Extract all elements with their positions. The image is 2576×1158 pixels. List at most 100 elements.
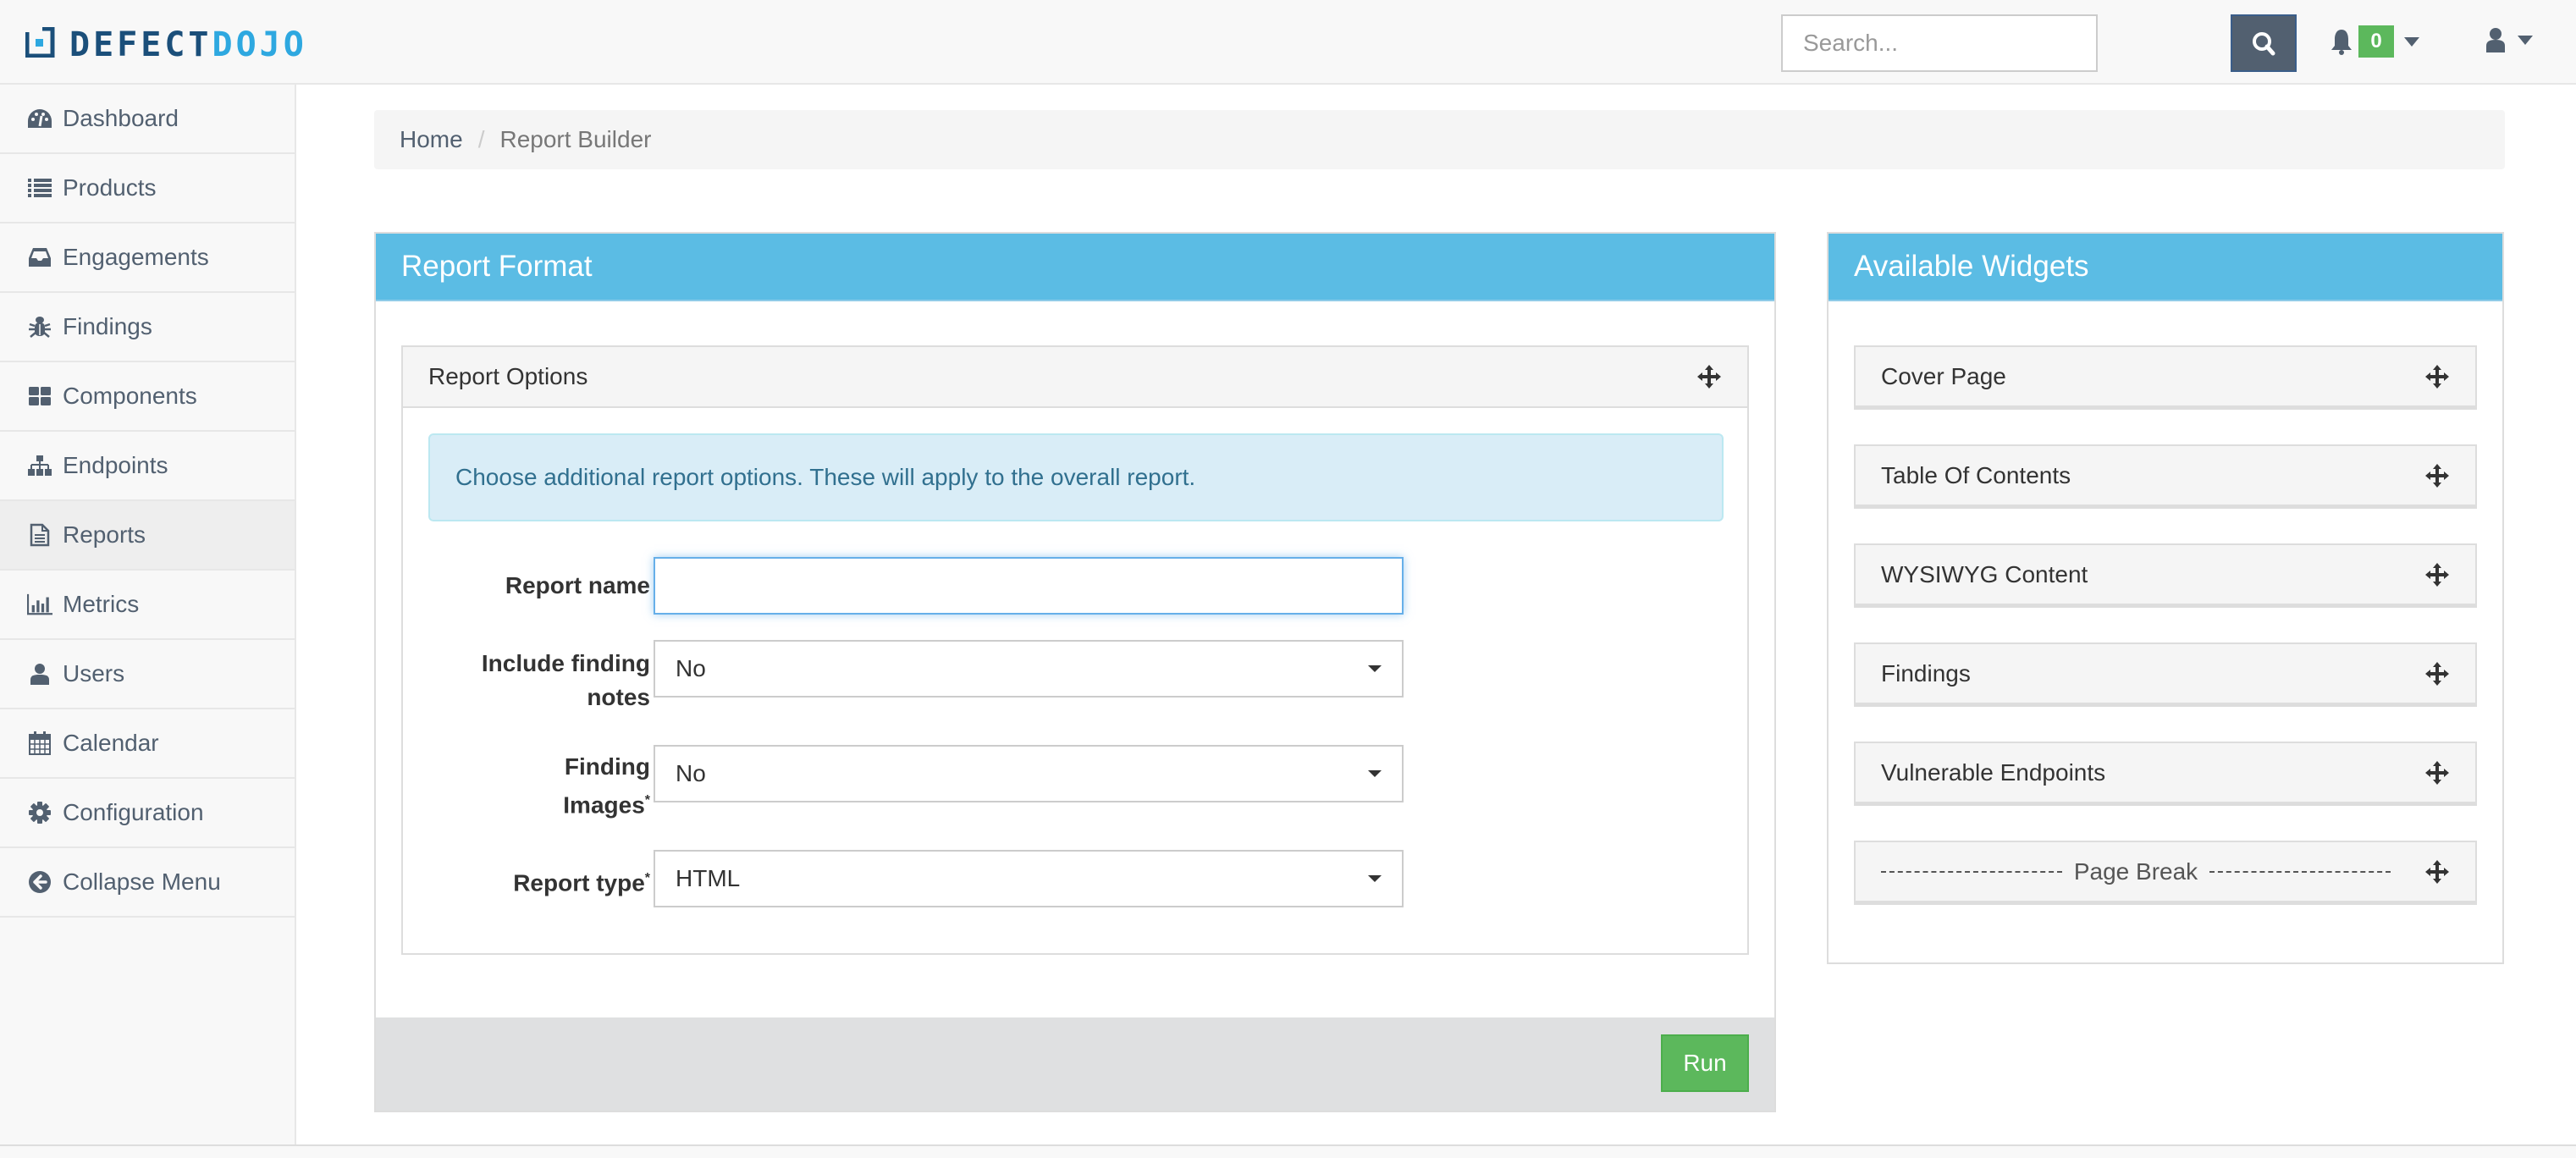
logo-text-dojo: DOJO xyxy=(212,25,307,64)
widget-page-break[interactable]: Page Break xyxy=(1854,841,2477,905)
report-format-panel: Report Format Report Options Choose addi… xyxy=(374,232,1776,1112)
panel-title: Report Format xyxy=(376,234,1774,301)
sidebar-item-products[interactable]: Products xyxy=(0,154,295,223)
report-name-label: Report name xyxy=(505,572,650,598)
report-options-header: Report Options xyxy=(403,347,1747,408)
move-icon[interactable] xyxy=(2424,760,2450,786)
sidebar-item-label: Configuration xyxy=(63,799,204,825)
bug-icon xyxy=(27,314,52,339)
move-icon[interactable] xyxy=(2424,364,2450,389)
required-asterisk: * xyxy=(644,871,650,885)
widget-label: Cover Page xyxy=(1881,362,2006,389)
caret-down-icon xyxy=(1368,665,1382,672)
available-widgets-panel: Available Widgets Cover Page Table Of Co… xyxy=(1827,232,2504,964)
defectdojo-logo[interactable]: DEFECTDOJO xyxy=(25,25,389,64)
file-text-icon xyxy=(27,522,52,548)
chevron-down-icon xyxy=(2404,36,2419,47)
calendar-icon xyxy=(27,731,52,756)
sidebar-item-users[interactable]: Users xyxy=(0,640,295,709)
chevron-down-icon xyxy=(2518,35,2533,45)
info-alert: Choose additional report options. These … xyxy=(428,433,1724,521)
sidebar-item-components[interactable]: Components xyxy=(0,362,295,432)
dashboard-icon xyxy=(27,106,52,131)
report-type-value: HTML xyxy=(676,865,741,891)
finding-images-value: No xyxy=(676,760,706,786)
breadcrumb-separator: / xyxy=(477,126,485,152)
bell-icon xyxy=(2331,30,2352,55)
include-notes-value: No xyxy=(676,655,706,681)
bar-chart-icon xyxy=(27,592,52,617)
notifications-dropdown[interactable]: 0 xyxy=(2330,25,2419,58)
sidebar-item-label: Endpoints xyxy=(63,452,168,478)
breadcrumb: Home / Report Builder xyxy=(374,110,2505,169)
widget-wysiwyg-content[interactable]: WYSIWYG Content xyxy=(1854,543,2477,608)
widget-label: Vulnerable Endpoints xyxy=(1881,758,2106,786)
sidebar-item-dashboard[interactable]: Dashboard xyxy=(0,85,295,154)
widget-findings[interactable]: Findings xyxy=(1854,642,2477,707)
move-icon[interactable] xyxy=(2424,562,2450,587)
include-notes-select[interactable]: No xyxy=(654,640,1404,698)
user-menu-dropdown[interactable] xyxy=(2485,27,2533,52)
grid-icon xyxy=(27,383,52,409)
page-footer xyxy=(0,1144,2576,1158)
report-options-title: Report Options xyxy=(428,363,588,389)
search-icon xyxy=(2253,32,2275,56)
required-asterisk: * xyxy=(644,793,650,808)
move-icon[interactable] xyxy=(2424,859,2450,885)
move-icon[interactable] xyxy=(2424,661,2450,687)
sidebar-item-label: Products xyxy=(63,174,157,201)
sidebar-item-endpoints[interactable]: Endpoints xyxy=(0,432,295,501)
search-button[interactable] xyxy=(2231,14,2297,72)
run-button[interactable]: Run xyxy=(1661,1034,1749,1092)
notification-count-badge: 0 xyxy=(2358,25,2394,58)
widget-label: Findings xyxy=(1881,659,1971,687)
search-input[interactable] xyxy=(1781,14,2098,72)
user-icon xyxy=(2486,28,2505,52)
widget-cover-page[interactable]: Cover Page xyxy=(1854,345,2477,410)
move-icon[interactable] xyxy=(1696,364,1722,389)
dashed-line xyxy=(2209,870,2391,873)
sidebar-item-findings[interactable]: Findings xyxy=(0,293,295,362)
page-break-label: Page Break xyxy=(1881,858,2391,885)
sidebar-item-label: Collapse Menu xyxy=(63,868,221,895)
arrow-circle-left-icon xyxy=(27,869,52,895)
sidebar-item-engagements[interactable]: Engagements xyxy=(0,223,295,293)
caret-down-icon xyxy=(1368,770,1382,777)
logo-text-defect: DEFECT xyxy=(69,25,212,64)
inbox-icon xyxy=(27,245,52,270)
gear-icon xyxy=(27,800,52,825)
widget-vulnerable-endpoints[interactable]: Vulnerable Endpoints xyxy=(1854,742,2477,806)
report-options-widget: Report Options Choose additional report … xyxy=(401,345,1749,955)
report-name-input[interactable] xyxy=(654,557,1404,615)
sidebar-item-calendar[interactable]: Calendar xyxy=(0,709,295,779)
sidebar-item-reports[interactable]: Reports xyxy=(0,501,295,571)
breadcrumb-current: Report Builder xyxy=(499,126,652,152)
user-icon xyxy=(27,661,52,687)
panel-title: Available Widgets xyxy=(1829,234,2502,301)
sidebar-item-label: Findings xyxy=(63,313,152,339)
breadcrumb-home-link[interactable]: Home xyxy=(400,126,463,153)
report-type-label: Report type* xyxy=(513,869,650,896)
dashed-line xyxy=(1881,870,2062,873)
finding-images-label: Finding Images* xyxy=(563,753,650,819)
widget-label: WYSIWYG Content xyxy=(1881,560,2088,587)
sitemap-icon xyxy=(27,453,52,478)
move-icon[interactable] xyxy=(2424,463,2450,488)
sidebar-item-label: Dashboard xyxy=(63,105,179,131)
sidebar-item-collapse-menu[interactable]: Collapse Menu xyxy=(0,848,295,918)
list-icon xyxy=(27,175,52,201)
sidebar-item-label: Components xyxy=(63,383,197,409)
widget-table-of-contents[interactable]: Table Of Contents xyxy=(1854,444,2477,509)
sidebar-item-label: Metrics xyxy=(63,591,140,617)
caret-down-icon xyxy=(1368,875,1382,882)
report-type-select[interactable]: HTML xyxy=(654,850,1404,907)
sidebar: Dashboard Products Engagements Findings … xyxy=(0,85,296,1148)
include-notes-label: Include finding notes xyxy=(481,650,650,710)
sidebar-item-label: Engagements xyxy=(63,244,209,270)
finding-images-select[interactable]: No xyxy=(654,745,1404,802)
sidebar-item-label: Calendar xyxy=(63,730,159,756)
widget-label: Table Of Contents xyxy=(1881,461,2071,488)
sidebar-item-metrics[interactable]: Metrics xyxy=(0,571,295,640)
sidebar-item-configuration[interactable]: Configuration xyxy=(0,779,295,848)
panel-footer: Run xyxy=(376,1017,1774,1111)
